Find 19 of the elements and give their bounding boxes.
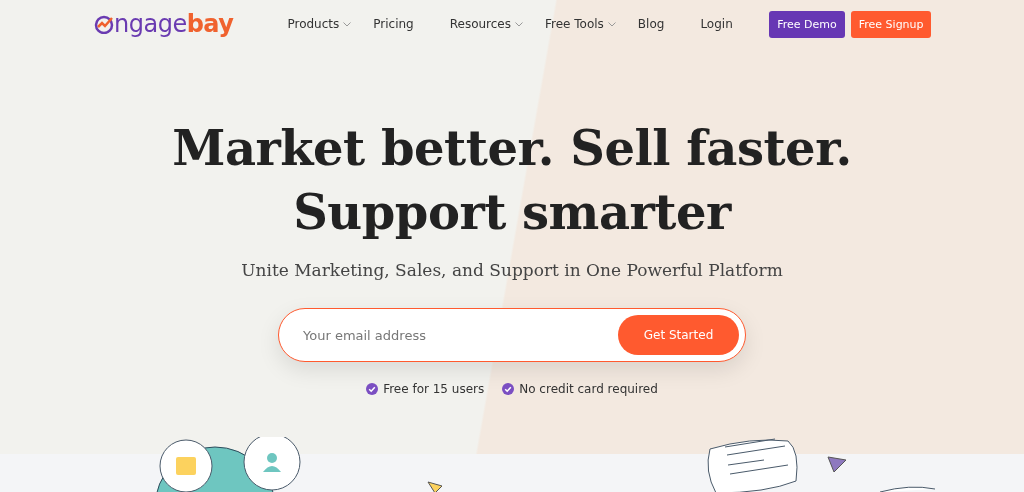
email-field[interactable]: Your email address bbox=[301, 326, 618, 344]
nav-link[interactable]: Resources bbox=[449, 17, 523, 31]
chevron-down-icon bbox=[515, 21, 523, 27]
hero-subtitle: Unite Marketing, Sales, and Support in One Powerful Platform bbox=[241, 260, 783, 280]
perk-text: No credit card required bbox=[519, 382, 658, 396]
chevron-down-icon bbox=[607, 21, 616, 27]
nav-link[interactable]: Pricing bbox=[373, 17, 414, 31]
chevron-down-icon bbox=[343, 21, 352, 27]
logo[interactable]: ngagebay bbox=[94, 10, 234, 38]
nav-link[interactable]: Login bbox=[700, 17, 733, 31]
demo-button[interactable]: Free Demo bbox=[768, 10, 846, 38]
perk-text: Free for 15 users bbox=[383, 382, 485, 396]
check-icon bbox=[502, 383, 515, 395]
nav-link[interactable]: Free Tools bbox=[545, 17, 616, 31]
nav-link[interactable]: Blog bbox=[637, 17, 665, 31]
logo-icon bbox=[94, 14, 114, 34]
nav-link[interactable]: Products bbox=[287, 17, 352, 31]
hero-title: Market better. Sell faster. Support smarter bbox=[172, 119, 852, 242]
check-icon bbox=[366, 383, 379, 395]
